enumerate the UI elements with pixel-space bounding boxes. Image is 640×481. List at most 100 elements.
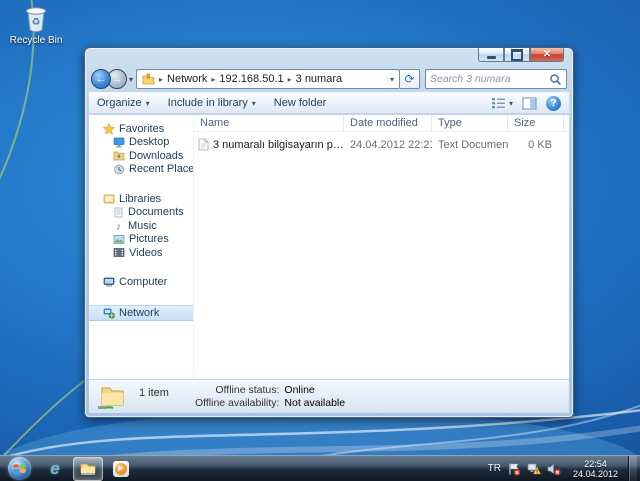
- sidebar-item-recent-places[interactable]: Recent Places: [89, 163, 193, 177]
- search-input[interactable]: [426, 73, 549, 85]
- breadcrumb-separator-icon: ▸: [211, 74, 216, 84]
- clock-time: 22:54: [584, 458, 607, 469]
- column-header-name[interactable]: Name: [194, 115, 344, 131]
- command-bar-right: ▾ ?: [491, 95, 561, 111]
- preview-pane-icon[interactable]: [522, 97, 537, 110]
- pictures-label: Pictures: [129, 233, 169, 246]
- videos-icon: [113, 248, 125, 258]
- text-document-icon: [198, 138, 209, 151]
- breadcrumb-folder[interactable]: 3 numara: [294, 73, 344, 85]
- details-pane: 1 item Offline status: Online Offline av…: [89, 379, 569, 413]
- breadcrumb-host[interactable]: 192.168.50.1: [217, 73, 285, 85]
- chevron-down-icon: ▾: [145, 98, 150, 108]
- include-in-library-menu[interactable]: Include in library ▾: [168, 97, 256, 109]
- network-label: Network: [119, 307, 160, 319]
- forward-arrow-icon: →: [111, 73, 123, 85]
- sidebar-item-documents[interactable]: Documents: [89, 206, 193, 220]
- explorer-content: Favorites Desktop Downloads Recent Place…: [89, 115, 569, 379]
- desktop-label: Desktop: [129, 136, 170, 149]
- address-dropdown-icon[interactable]: ▾: [386, 74, 396, 84]
- recycle-bin-desktop-icon[interactable]: ♻ Recycle Bin: [6, 4, 66, 46]
- sidebar-item-libraries[interactable]: Libraries: [89, 192, 193, 206]
- libraries-label: Libraries: [119, 192, 162, 205]
- action-center-flag-icon[interactable]: [507, 462, 521, 476]
- breadcrumb-separator-icon: ▸: [287, 74, 292, 84]
- navigation-pane: Favorites Desktop Downloads Recent Place…: [89, 115, 193, 379]
- back-arrow-icon: ←: [95, 73, 107, 85]
- search-icon[interactable]: [549, 73, 562, 86]
- maximize-button[interactable]: [504, 48, 530, 62]
- sidebar-item-music[interactable]: ♪ Music: [89, 219, 193, 233]
- videos-label: Videos: [129, 246, 163, 259]
- music-icon: ♪: [116, 222, 121, 232]
- file-date-modified: 24.04.2012 22:21: [350, 138, 432, 151]
- downloads-folder-icon: [113, 151, 125, 161]
- column-headers: Name Date modified Type Size: [194, 115, 569, 132]
- volume-muted-icon[interactable]: [547, 462, 561, 476]
- command-bar: Organize ▾ Include in library ▾ New fold…: [89, 92, 569, 114]
- sidebar-item-pictures[interactable]: Pictures: [89, 233, 193, 247]
- sidebar-item-downloads[interactable]: Downloads: [89, 149, 193, 163]
- offline-status-value: Online: [284, 384, 315, 396]
- recent-places-icon: [114, 164, 124, 175]
- music-label: Music: [128, 219, 157, 232]
- language-indicator[interactable]: TR: [488, 463, 501, 474]
- downloads-label: Downloads: [129, 149, 184, 162]
- documents-icon: [114, 207, 123, 218]
- search-box: [425, 69, 567, 89]
- network-status-icon[interactable]: [527, 462, 541, 476]
- sidebar-item-favorites[interactable]: Favorites: [89, 122, 193, 136]
- address-bar[interactable]: ▸ Network ▸ 192.168.50.1 ▸ 3 numara ▾: [136, 69, 400, 89]
- show-desktop-button[interactable]: [628, 455, 637, 481]
- column-header-size[interactable]: Size: [508, 115, 564, 131]
- start-button[interactable]: [8, 457, 31, 480]
- back-button[interactable]: ←: [91, 69, 111, 89]
- windows-logo-icon: [13, 464, 26, 473]
- sidebar-item-desktop[interactable]: Desktop: [89, 136, 193, 150]
- navigation-bar: ← → ▾ ▸ Network ▸ 192.168.50.1 ▸ 3 numar…: [89, 66, 569, 92]
- desktop[interactable]: ♻ Recycle Bin ✕ ← → ▾ ▸ Network ▸ 192.16…: [0, 0, 640, 481]
- refresh-button[interactable]: ⟳: [400, 69, 420, 89]
- chevron-down-icon: ▾: [251, 98, 256, 108]
- favorites-star-icon: [103, 122, 115, 135]
- change-view-button[interactable]: ▾: [491, 97, 513, 109]
- organize-menu[interactable]: Organize ▾: [97, 97, 150, 109]
- sidebar-item-network[interactable]: Network: [89, 305, 193, 321]
- clock[interactable]: 22:54 24.04.2012: [573, 459, 618, 479]
- file-type: Text Document: [438, 138, 508, 151]
- sidebar-item-computer[interactable]: Computer: [89, 276, 193, 290]
- taskbar-item-internet-explorer[interactable]: e: [40, 457, 70, 481]
- file-name: 3 numaralı bilgisayarın paylaşımındayız: [213, 138, 344, 151]
- column-header-type[interactable]: Type: [432, 115, 508, 131]
- caption-buttons: ✕: [478, 48, 564, 62]
- taskbar-item-media-player[interactable]: ▶: [106, 457, 136, 481]
- libraries-icon: [103, 194, 115, 204]
- file-row[interactable]: 3 numaralı bilgisayarın paylaşımındayız …: [194, 137, 569, 152]
- recycle-bin-icon: ♻: [26, 7, 46, 33]
- media-player-icon: ▶: [113, 460, 129, 477]
- favorites-label: Favorites: [119, 122, 165, 135]
- help-button[interactable]: ?: [546, 95, 561, 111]
- network-icon: [103, 308, 115, 319]
- column-header-date-modified[interactable]: Date modified: [344, 115, 432, 131]
- taskbar-item-windows-explorer[interactable]: [73, 456, 103, 481]
- recent-pages-dropdown-icon[interactable]: ▾: [129, 75, 133, 84]
- organize-label: Organize: [97, 97, 142, 109]
- close-icon: ✕: [542, 49, 552, 60]
- svg-text:♪: ♪: [116, 222, 121, 232]
- sidebar-item-videos[interactable]: Videos: [89, 246, 193, 260]
- explorer-window: ✕ ← → ▾ ▸ Network ▸ 192.168.50.1 ▸ 3 num…: [84, 47, 574, 418]
- desktop-icon: [113, 137, 125, 148]
- recent-places-label: Recent Places: [129, 163, 193, 176]
- refresh-icon: ⟳: [404, 72, 415, 86]
- minimize-button[interactable]: [478, 48, 504, 62]
- documents-label: Documents: [128, 206, 184, 219]
- notification-area: TR 22:54 24.04.2012: [488, 455, 637, 481]
- shared-folder-large-icon: [98, 387, 124, 409]
- close-button[interactable]: ✕: [530, 48, 564, 62]
- internet-explorer-icon: e: [50, 458, 60, 478]
- breadcrumb-network[interactable]: Network: [165, 73, 209, 85]
- new-folder-button[interactable]: New folder: [274, 97, 327, 109]
- recycle-bin-label: Recycle Bin: [9, 35, 63, 46]
- computer-label: Computer: [119, 276, 168, 289]
